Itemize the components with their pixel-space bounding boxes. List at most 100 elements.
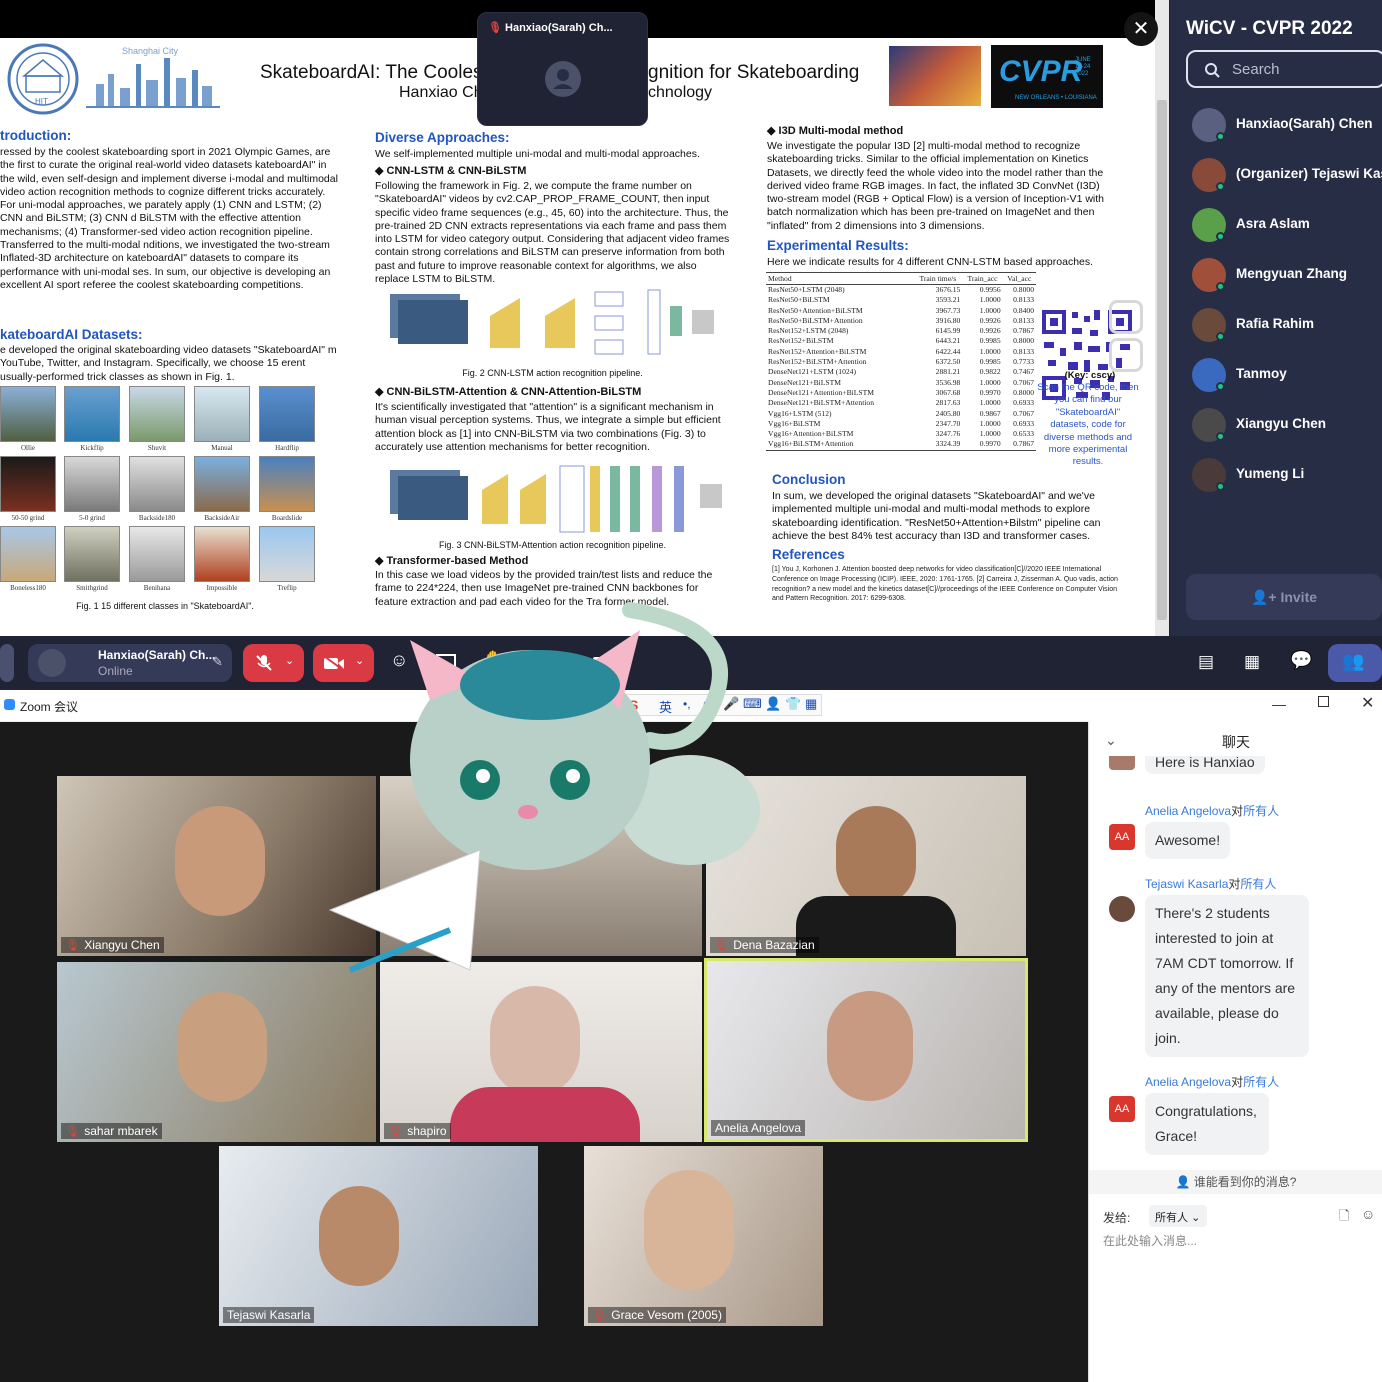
class-label: Shuvit — [147, 444, 167, 452]
video-pip[interactable]: 🎙︎ Hanxiao(Sarah) Ch... — [477, 12, 648, 126]
member-item[interactable]: Rafia Rahim — [1192, 306, 1382, 346]
edit-icon[interactable]: ✎ — [212, 654, 223, 670]
member-item[interactable]: Xiangyu Chen — [1192, 406, 1382, 446]
table-cell: 3916.80 — [935, 315, 961, 325]
participant-face — [827, 991, 913, 1101]
people-icon: 👥 — [1342, 651, 1365, 671]
table-cell: 6443.21 — [935, 336, 961, 346]
participant-name: Anelia Angelova — [715, 1121, 802, 1135]
chat-button[interactable]: 💬 — [1288, 644, 1314, 682]
window-title: Zoom 会议 — [20, 700, 79, 714]
maximize-icon[interactable] — [1318, 696, 1329, 707]
user-status: Online — [98, 664, 133, 678]
poster-scrollbar[interactable] — [1155, 0, 1169, 636]
table-cell: DenseNet121+BiLSTM+Attention — [768, 398, 875, 408]
skin-icon[interactable]: 👕 — [785, 696, 801, 712]
participant-label: 🎙︎ Xiangyu Chen — [61, 937, 164, 953]
table-cell: 0.9926 — [979, 315, 1001, 325]
search-placeholder: Search — [1232, 61, 1280, 78]
table-cell: 1.0000 — [979, 429, 1001, 439]
class-label: Kickflip — [80, 444, 104, 452]
fig3-caption: Fig. 3 CNN-BiLSTM-Attention action recog… — [438, 540, 667, 550]
member-name: Tanmoy — [1236, 366, 1287, 381]
chat-avatar-photo — [1109, 896, 1135, 922]
participant-label: 🎙︎ shapiro — [384, 1123, 451, 1139]
participants-button[interactable]: 👥 — [1328, 644, 1382, 682]
table-cell: ResNet152+BiLSTM+Attention — [768, 357, 867, 367]
table-cell: 0.8000 — [1013, 387, 1034, 397]
scrollbar-thumb[interactable] — [1157, 100, 1167, 620]
member-item[interactable]: Yumeng Li — [1192, 456, 1382, 496]
member-item[interactable]: Hanxiao(Sarah) Chen — [1192, 106, 1382, 146]
file-icon[interactable]: 🗋 — [1339, 1207, 1349, 1229]
member-name: Hanxiao(Sarah) Chen — [1236, 116, 1373, 131]
menu-button[interactable] — [0, 644, 14, 682]
table-cell: 0.8000 — [1013, 285, 1034, 294]
search-input[interactable]: Search — [1186, 50, 1382, 88]
i3d-heading: ◆ I3D Multi-modal method — [767, 125, 904, 137]
hit-university-logo: HIT — [7, 43, 79, 115]
poster-title-left: SkateboardAI: The Cooles — [260, 62, 483, 83]
table-cell: 2881.21 — [935, 367, 961, 377]
zoom-logo-icon — [4, 699, 15, 710]
class-label: 50-50 grind — [11, 514, 45, 522]
transformer-heading: ◆ Transformer-based Method — [375, 555, 529, 567]
table-cell: 3967.73 — [935, 305, 961, 315]
chat-input[interactable]: 在此处输入消息... — [1103, 1232, 1373, 1362]
mic-muted-icon: 🎙︎ — [388, 1124, 404, 1138]
close-poster-button[interactable]: ✕ — [1124, 12, 1158, 46]
video-tile[interactable]: 🎙︎ Grace Vesom (2005) — [584, 1146, 823, 1326]
user-name: Hanxiao(Sarah) Ch... — [98, 648, 216, 662]
member-item[interactable]: Tanmoy — [1192, 356, 1382, 396]
user-status-pill[interactable]: Hanxiao(Sarah) Ch... Online ✎ — [28, 644, 232, 682]
toolbox-icon[interactable]: ▦ — [805, 696, 817, 712]
class-label: Backside180 — [138, 514, 176, 522]
table-row: DenseNet121+BiLSTM 3536.98 1.0000 0.7067 — [766, 378, 1036, 388]
class-label: 5-0 grind — [79, 514, 105, 522]
table-cell: 0.7867 — [1013, 326, 1034, 336]
calendar-entry-button[interactable]: ▤ — [1196, 644, 1222, 682]
poster-subtitle-left: Hanxiao Ch — [399, 84, 483, 101]
member-item[interactable]: (Organizer) Tejaswi Kasarla — [1192, 156, 1382, 196]
cvpr-logo: CVPR JUNE 19-24 2022 NEW ORLEANS • LOUIS… — [991, 45, 1103, 108]
svg-text:Shanghai City: Shanghai City — [122, 46, 179, 56]
new-orleans-photo — [889, 46, 981, 106]
recipient-dropdown[interactable]: 所有人 ⌄ — [1149, 1205, 1207, 1227]
class-thumb — [0, 526, 56, 582]
results-text: Here we indicate results for 4 different… — [767, 256, 1094, 268]
member-item[interactable]: Mengyuan Zhang — [1192, 256, 1382, 296]
video-tile[interactable]: Tejaswi Kasarla — [219, 1146, 538, 1326]
online-status-dot — [1216, 282, 1225, 291]
participant-name: Grace Vesom (2005) — [611, 1308, 722, 1322]
online-status-dot — [1216, 132, 1225, 141]
cvpr-logo-location: NEW ORLEANS • LOUISIANA — [1015, 95, 1097, 101]
close-window-icon[interactable]: ✕ — [1361, 693, 1374, 713]
i3d-text: We investigate the popular I3D [2] multi… — [767, 140, 1104, 232]
table-cell: ResNet50+BiLSTM+Attention — [768, 315, 863, 325]
pip-name: Hanxiao(Sarah) Ch... — [505, 22, 613, 34]
member-item[interactable]: Asra Aslam — [1192, 206, 1382, 246]
calendar-button[interactable]: ▦ — [1242, 644, 1268, 682]
cvpr-logo-text: CVPR — [999, 55, 1083, 88]
table-row: DenseNet121+LSTM (1024) 2881.21 0.9822 0.74… — [766, 367, 1036, 377]
fig2-pipeline-diagram — [390, 289, 714, 355]
user-icon — [553, 69, 573, 89]
shanghai-skyline-logo: Shanghai City — [86, 46, 220, 108]
user-avatar — [38, 649, 66, 677]
participant-face — [177, 992, 267, 1102]
people-icon: 👤 — [1175, 1175, 1194, 1189]
table-cell: 0.9970 — [979, 387, 1001, 397]
table-row: DenseNet121+Attention+BiLSTM 3067.68 0.997… — [766, 388, 1036, 398]
cat-sticker-icon — [328, 602, 760, 973]
invite-button[interactable]: 👤+ Invite — [1186, 574, 1382, 620]
minimize-icon[interactable]: — — [1272, 696, 1286, 712]
presentation-icon: ▤ — [1198, 652, 1215, 671]
who-can-see-link[interactable]: 👤 谁能看到你的消息? — [1089, 1170, 1382, 1194]
online-status-dot — [1216, 332, 1225, 341]
mic-muted-icon: 🎙︎ — [65, 1124, 81, 1138]
table-cell: 0.9985 — [979, 336, 1001, 346]
participant-label: 🎙︎ Grace Vesom (2005) — [588, 1307, 726, 1323]
table-cell: 0.8133 — [1013, 315, 1034, 325]
chevron-down-icon: ⌄ — [1191, 1212, 1201, 1224]
emoji-icon[interactable]: ☺ — [1361, 1206, 1375, 1222]
